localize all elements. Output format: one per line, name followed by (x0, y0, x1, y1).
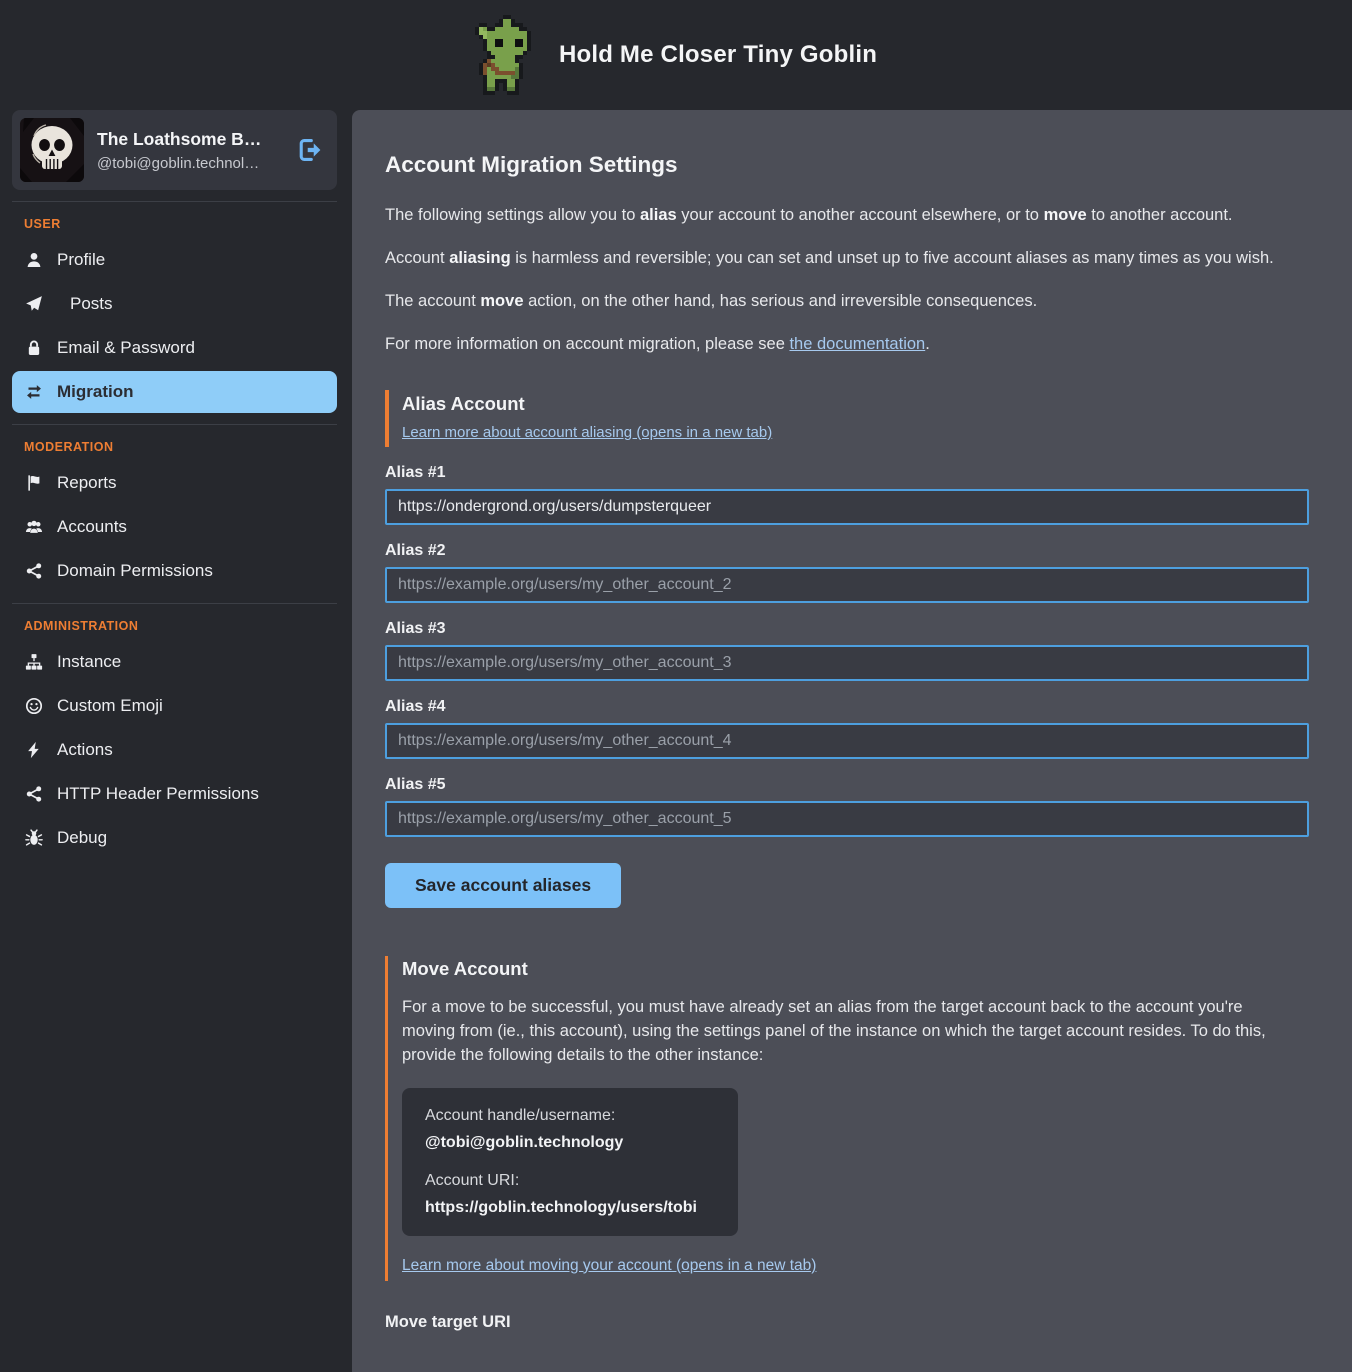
alias-2-label: Alias #2 (385, 542, 1309, 560)
uri-label: Account URI: (425, 1172, 715, 1190)
alias-5-input[interactable] (385, 801, 1309, 837)
sidebar-item-custom-emoji[interactable]: Custom Emoji (12, 685, 337, 727)
sidebar-item-domain-permissions[interactable]: Domain Permissions (12, 550, 337, 592)
display-name: The Loathsome B… (97, 129, 297, 150)
avatar (20, 118, 84, 182)
sidebar-item-profile[interactable]: Profile (12, 239, 337, 281)
arrows-right-left-icon (24, 383, 44, 401)
handle-label: Account handle/username: (425, 1107, 715, 1125)
sidebar-item-label: Debug (57, 828, 107, 848)
alias-account-section-header: Alias Account Learn more about account a… (385, 390, 1309, 447)
alias-form: Alias #1 Alias #2 Alias #3 Alias #4 Alia… (385, 464, 1309, 908)
logout-icon[interactable] (297, 137, 323, 163)
alias-field: Alias #1 (385, 464, 1309, 525)
smiley-icon (24, 697, 44, 715)
handle-value: @tobi@goblin.technology (425, 1134, 715, 1152)
lock-icon (24, 339, 44, 357)
alias-field: Alias #2 (385, 542, 1309, 603)
move-target-uri-label: Move target URI (385, 1313, 1309, 1332)
intro-paragraph: Account aliasing is harmless and reversi… (385, 249, 1309, 268)
alias-4-label: Alias #4 (385, 698, 1309, 716)
alias-field: Alias #3 (385, 620, 1309, 681)
users-icon (24, 518, 44, 536)
sidebar-item-label: Posts (70, 294, 113, 314)
sidebar-item-email-password[interactable]: Email & Password (12, 327, 337, 369)
intro-paragraph: The account move action, on the other ha… (385, 292, 1309, 311)
bolt-icon (24, 741, 44, 759)
learn-aliasing-link[interactable]: Learn more about account aliasing (opens… (402, 424, 772, 441)
share-nodes-icon (24, 562, 44, 580)
sitemap-icon (24, 653, 44, 671)
sidebar: The Loathsome B… @tobi@goblin.technol… U… (12, 110, 337, 861)
alias-account-heading: Alias Account (402, 393, 1309, 415)
main-panel: Account Migration Settings The following… (352, 110, 1352, 1372)
alias-1-label: Alias #1 (385, 464, 1309, 482)
divider (12, 424, 337, 425)
alias-3-input[interactable] (385, 645, 1309, 681)
account-handle: @tobi@goblin.technol… (97, 155, 297, 172)
alias-1-input[interactable] (385, 489, 1309, 525)
divider (12, 603, 337, 604)
alias-5-label: Alias #5 (385, 776, 1309, 794)
section-label-administration: ADMINISTRATION (24, 619, 337, 633)
sidebar-item-http-header-permissions[interactable]: HTTP Header Permissions (12, 773, 337, 815)
move-account-section: Move Account For a move to be successful… (385, 956, 1309, 1281)
skull-avatar-image (20, 118, 84, 182)
sidebar-item-posts[interactable]: Posts (12, 283, 337, 325)
uri-value: https://goblin.technology/users/tobi (425, 1199, 715, 1217)
sidebar-item-label: HTTP Header Permissions (57, 784, 259, 804)
paper-plane-icon (24, 295, 44, 313)
sidebar-item-label: Email & Password (57, 338, 195, 358)
intro-paragraph: The following settings allow you to alia… (385, 206, 1309, 225)
app-header: Hold Me Closer Tiny Goblin (0, 0, 1352, 110)
documentation-link[interactable]: the documentation (789, 335, 925, 353)
sidebar-item-reports[interactable]: Reports (12, 462, 337, 504)
user-icon (24, 251, 44, 269)
alias-3-label: Alias #3 (385, 620, 1309, 638)
save-aliases-button[interactable]: Save account aliases (385, 863, 621, 908)
alias-4-input[interactable] (385, 723, 1309, 759)
sidebar-item-label: Instance (57, 652, 121, 672)
sidebar-item-migration[interactable]: Migration (12, 371, 337, 413)
sidebar-item-label: Migration (57, 382, 134, 402)
app-title: Hold Me Closer Tiny Goblin (559, 41, 877, 69)
alias-field: Alias #5 (385, 776, 1309, 837)
divider (12, 201, 337, 202)
sidebar-item-label: Domain Permissions (57, 561, 213, 581)
user-card[interactable]: The Loathsome B… @tobi@goblin.technol… (12, 110, 337, 190)
sidebar-item-label: Custom Emoji (57, 696, 163, 716)
section-label-moderation: MODERATION (24, 440, 337, 454)
move-account-description: For a move to be successful, you must ha… (402, 996, 1282, 1068)
section-label-user: USER (24, 217, 337, 231)
bug-icon (24, 829, 44, 847)
flag-icon (24, 474, 44, 492)
sidebar-item-label: Profile (57, 250, 105, 270)
sidebar-item-accounts[interactable]: Accounts (12, 506, 337, 548)
page-title: Account Migration Settings (385, 152, 1309, 178)
sidebar-item-label: Reports (57, 473, 117, 493)
move-account-heading: Move Account (402, 958, 1309, 980)
alias-field: Alias #4 (385, 698, 1309, 759)
nav-administration: Instance Custom Emoji Actions HTTP Heade… (12, 641, 337, 859)
sidebar-item-label: Actions (57, 740, 113, 760)
nav-user: Profile Posts Email & Password Migrati (12, 239, 337, 413)
account-details-box: Account handle/username: @tobi@goblin.te… (402, 1088, 738, 1236)
alias-2-input[interactable] (385, 567, 1309, 603)
nav-moderation: Reports Accounts Domain Permissions (12, 462, 337, 592)
intro-paragraph: For more information on account migratio… (385, 335, 1309, 354)
sidebar-item-instance[interactable]: Instance (12, 641, 337, 683)
sidebar-item-debug[interactable]: Debug (12, 817, 337, 859)
learn-moving-link[interactable]: Learn more about moving your account (op… (402, 1257, 816, 1275)
share-nodes-icon (24, 785, 44, 803)
sidebar-item-actions[interactable]: Actions (12, 729, 337, 771)
goblin-mascot-icon (475, 13, 543, 97)
sidebar-item-label: Accounts (57, 517, 127, 537)
